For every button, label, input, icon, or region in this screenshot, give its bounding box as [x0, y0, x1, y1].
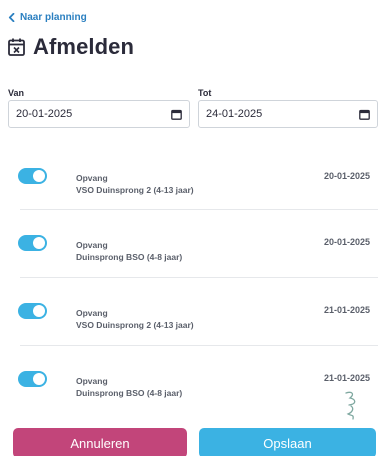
to-date-label: Tot: [198, 88, 212, 98]
attendance-toggle[interactable]: [18, 371, 47, 387]
scribble-mark: [345, 391, 356, 420]
from-date-label: Van: [8, 88, 25, 98]
from-date-input[interactable]: 20-01-2025: [8, 100, 190, 128]
chevron-left-icon: [8, 13, 15, 22]
from-date-value: 20-01-2025: [16, 108, 73, 120]
to-date-input[interactable]: 24-01-2025: [198, 100, 378, 128]
item-type: Opvang: [76, 376, 108, 386]
calendar-icon[interactable]: [171, 109, 182, 120]
calendar-icon[interactable]: [359, 109, 370, 120]
to-date-value: 24-01-2025: [206, 108, 263, 120]
item-type: Opvang: [76, 308, 108, 318]
item-location: VSO Duinsprong 2 (4-13 jaar): [76, 320, 194, 330]
attendance-toggle[interactable]: [18, 303, 47, 319]
attendance-toggle[interactable]: [18, 168, 47, 184]
page-header: Afmelden: [8, 34, 134, 60]
item-date: 21-01-2025: [323, 305, 370, 315]
save-button[interactable]: Opslaan: [199, 428, 376, 456]
back-link-label: Naar planning: [20, 12, 87, 23]
cancel-button[interactable]: Annuleren: [13, 428, 187, 456]
calendar-x-icon: [8, 38, 25, 56]
list-item: Opvang Duinsprong BSO (4-8 jaar) 21-01-2…: [0, 346, 378, 412]
item-location: Duinsprong BSO (4-8 jaar): [76, 252, 183, 262]
item-date: 20-01-2025: [323, 237, 370, 247]
attendance-toggle[interactable]: [18, 235, 47, 251]
list-item: Opvang Duinsprong BSO (4-8 jaar) 20-01-2…: [0, 210, 378, 276]
page-title: Afmelden: [33, 34, 135, 59]
item-type: Opvang: [76, 173, 108, 183]
item-type: Opvang: [76, 240, 108, 250]
back-to-planning-link[interactable]: Naar planning: [8, 12, 87, 23]
item-date: 20-01-2025: [323, 171, 370, 181]
list-item: Opvang VSO Duinsprong 2 (4-13 jaar) 21-0…: [0, 278, 378, 344]
item-location: Duinsprong BSO (4-8 jaar): [76, 388, 183, 398]
item-date: 21-01-2025: [323, 373, 370, 383]
list-item: Opvang VSO Duinsprong 2 (4-13 jaar) 20-0…: [0, 143, 378, 209]
item-location: VSO Duinsprong 2 (4-13 jaar): [76, 185, 194, 195]
